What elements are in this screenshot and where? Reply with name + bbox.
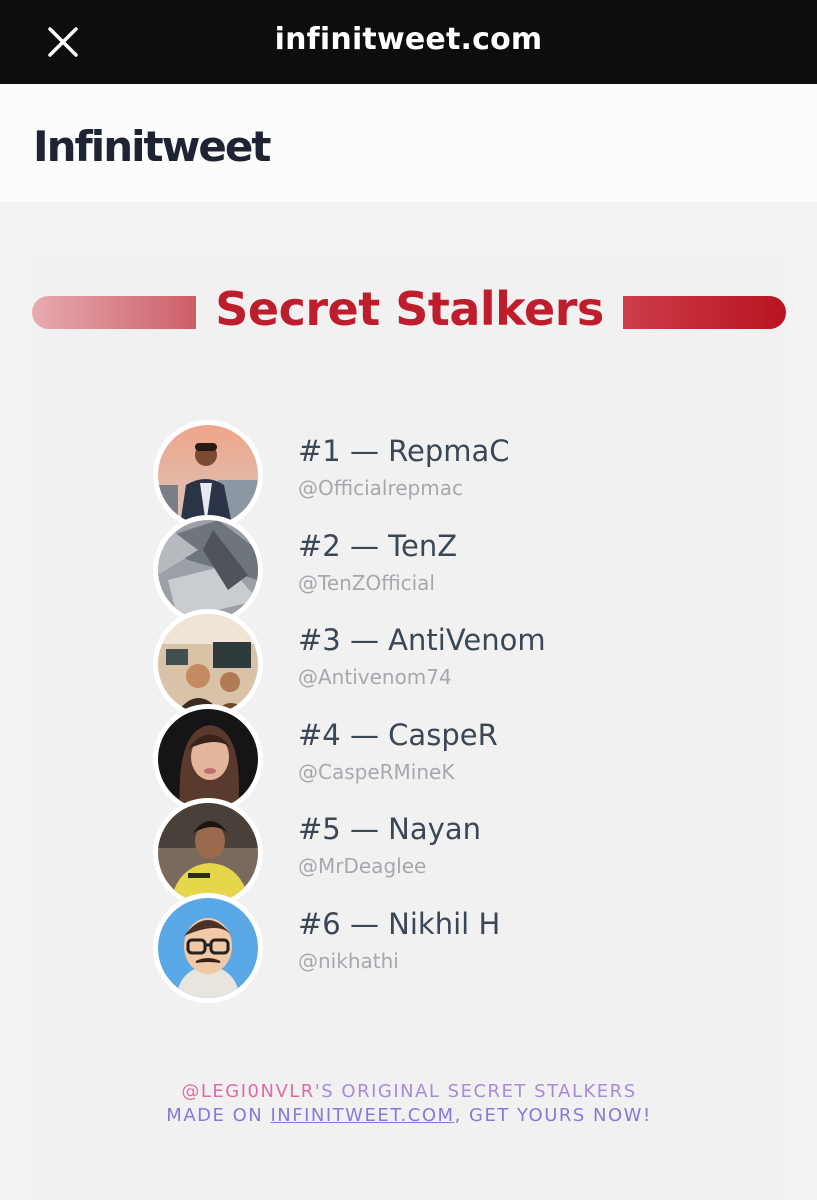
- list-item: #3 — AntiVenom @Antivenom74: [153, 609, 753, 720]
- card-footer: @LEGI0NVLR'S ORIGINAL SECRET STALKERS MA…: [32, 1080, 786, 1128]
- stalker-handle: @MrDeaglee: [298, 854, 427, 879]
- stalker-name[interactable]: #5 — Nayan: [298, 812, 481, 846]
- stalker-handle: @CaspeRMineK: [298, 759, 455, 784]
- site-header: Infinitweet: [0, 84, 817, 202]
- avatar-image: [158, 803, 258, 904]
- list-item: #5 — Nayan @MrDeaglee: [153, 798, 753, 909]
- footer-author-handle[interactable]: @LEGI0NVLR: [181, 1081, 314, 1102]
- footer-line-1: @LEGI0NVLR'S ORIGINAL SECRET STALKERS: [32, 1080, 786, 1104]
- footer-site-link[interactable]: INFINITWEET.COM: [270, 1105, 454, 1126]
- avatar-image: [158, 708, 258, 809]
- stalker-handle: @nikhathi: [298, 948, 399, 973]
- title-decoration-right: [623, 296, 786, 329]
- stalker-name[interactable]: #1 — RepmaC: [298, 434, 510, 468]
- avatar[interactable]: [153, 892, 263, 1003]
- footer-line-2-suffix: , GET YOURS NOW!: [454, 1105, 652, 1126]
- avatar[interactable]: [153, 703, 263, 814]
- list-item: #6 — Nikhil H @nikhathi: [153, 892, 753, 1003]
- stalker-name[interactable]: #4 — CaspeR: [298, 718, 498, 752]
- stalker-name[interactable]: #3 — AntiVenom: [298, 623, 546, 657]
- avatar[interactable]: [153, 609, 263, 720]
- list-item: #4 — CaspeR @CaspeRMineK: [153, 703, 753, 814]
- avatar[interactable]: [153, 798, 263, 909]
- footer-line-2: MADE ON INFINITWEET.COM, GET YOURS NOW!: [32, 1104, 786, 1128]
- stalker-list: #1 — RepmaC @Officialrepmac #2 — TenZ @T…: [153, 420, 753, 1003]
- card-title: Secret Stalkers: [215, 282, 604, 336]
- avatar[interactable]: [153, 420, 263, 530]
- footer-line-1-text: 'S ORIGINAL SECRET STALKERS: [314, 1081, 637, 1102]
- stalker-name[interactable]: #2 — TenZ: [298, 529, 457, 563]
- avatar-image: [158, 897, 258, 998]
- stalker-name[interactable]: #6 — Nikhil H: [298, 907, 500, 941]
- title-decoration-left: [32, 296, 196, 329]
- avatar-image: [158, 519, 258, 620]
- page-url[interactable]: infinitweet.com: [0, 22, 817, 57]
- browser-bar: infinitweet.com: [0, 0, 817, 84]
- avatar[interactable]: [153, 514, 263, 625]
- site-logo[interactable]: Infinitweet: [33, 122, 271, 171]
- stalker-handle: @Antivenom74: [298, 665, 452, 690]
- avatar-image: [158, 425, 258, 525]
- stalker-handle: @TenZOfficial: [298, 570, 435, 595]
- stalker-handle: @Officialrepmac: [298, 476, 463, 500]
- avatar-image: [158, 614, 258, 715]
- footer-line-2-prefix: MADE ON: [166, 1105, 271, 1126]
- list-item: #1 — RepmaC @Officialrepmac: [153, 420, 753, 530]
- list-item: #2 — TenZ @TenZOfficial: [153, 514, 753, 625]
